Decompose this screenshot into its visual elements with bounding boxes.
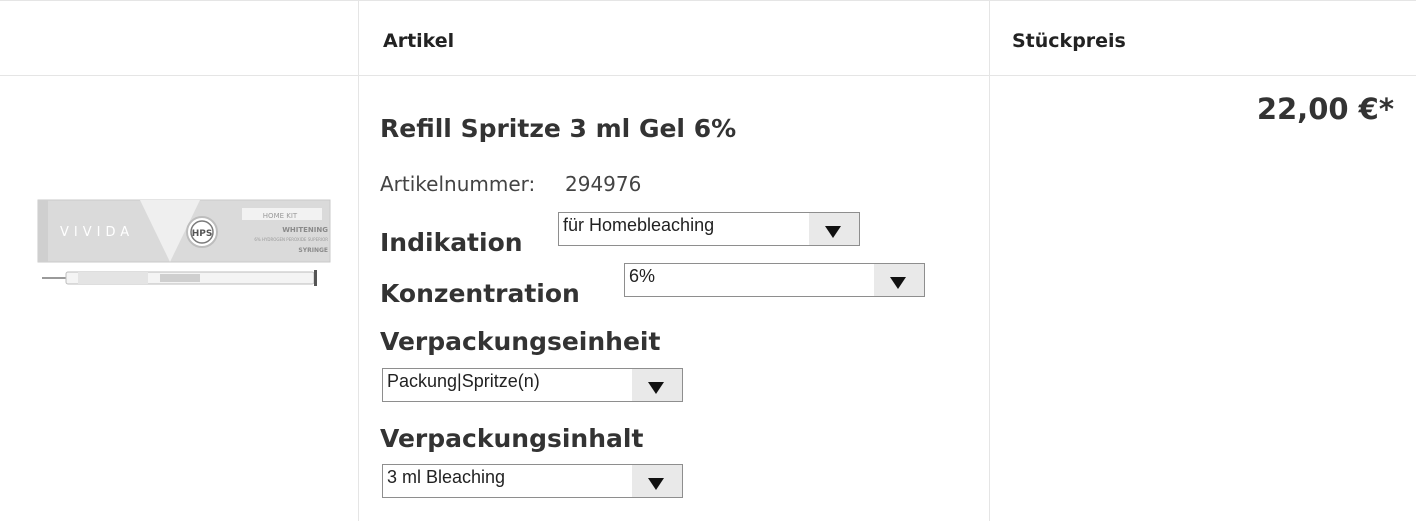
konzentration-label: Konzentration (380, 279, 580, 308)
verpackungsinhalt-value: 3 ml Bleaching (387, 467, 506, 487)
product-image[interactable]: VIVIDA HPS HOME KIT WHITENING 6% HYDROGE… (30, 192, 335, 302)
product-image-brand: VIVIDA (60, 225, 134, 240)
verpackungsinhalt-select[interactable]: 3 ml Bleaching (382, 464, 683, 498)
header-row-divider (0, 75, 1416, 76)
verpackungsinhalt-label: Verpackungsinhalt (380, 424, 644, 453)
indikation-value: für Homebleaching (563, 215, 715, 235)
column-divider-price (989, 0, 990, 521)
product-image-tag: HOME KIT (263, 212, 298, 220)
product-image-line1: WHITENING (282, 226, 328, 234)
table-top-border (0, 0, 1416, 1)
product-name[interactable]: Refill Spritze 3 ml Gel 6% (380, 114, 736, 143)
verpackungseinheit-label: Verpackungseinheit (380, 327, 661, 356)
konzentration-select[interactable]: 6% (624, 263, 925, 297)
chevron-down-icon (809, 213, 859, 245)
header-unit-price: Stückpreis (1012, 30, 1126, 52)
unit-price: 22,00 €* (1256, 92, 1394, 126)
article-number-label: Artikelnummer: (380, 172, 536, 196)
chevron-down-icon (632, 369, 682, 401)
header-article: Artikel (383, 30, 455, 52)
column-divider-image (358, 0, 359, 521)
product-image-badge: HPS (192, 229, 213, 239)
verpackungseinheit-select[interactable]: Packung|Spritze(n) (382, 368, 683, 402)
indikation-label: Indikation (380, 228, 523, 257)
chevron-down-icon (632, 465, 682, 497)
verpackungseinheit-value: Packung|Spritze(n) (387, 371, 540, 391)
product-image-line2: 6% HYDROGEN PEROXIDE SUPERIOR (254, 237, 328, 242)
chevron-down-icon (874, 264, 924, 296)
product-image-line3: SYRINGE (298, 247, 328, 254)
indikation-select[interactable]: für Homebleaching (558, 212, 860, 246)
konzentration-value: 6% (629, 266, 656, 286)
article-number: 294976 (565, 172, 642, 196)
